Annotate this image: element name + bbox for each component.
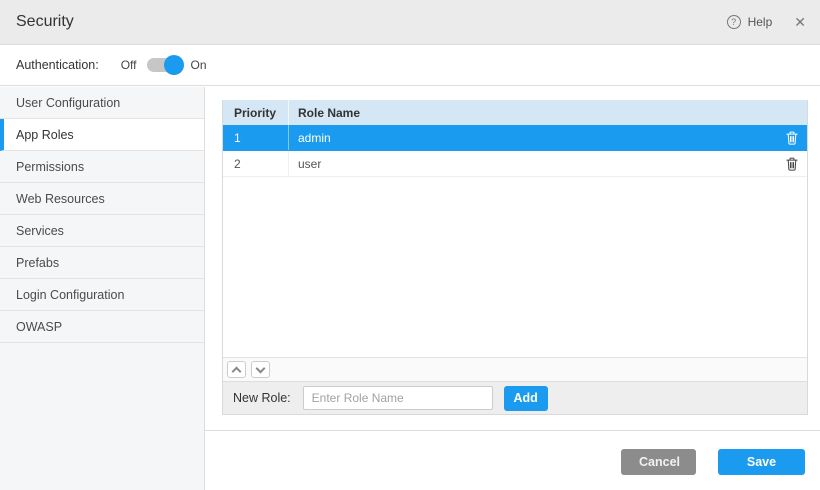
move-down-button[interactable] — [251, 361, 270, 378]
toggle-on-label: On — [191, 58, 207, 72]
trash-icon — [786, 131, 798, 145]
row-priority: 1 — [223, 125, 289, 150]
table-row-user[interactable]: 2 user — [223, 151, 807, 177]
chevron-down-icon — [256, 363, 266, 373]
reorder-strip — [223, 357, 807, 381]
authentication-label: Authentication: — [16, 58, 99, 72]
new-role-input[interactable] — [303, 386, 493, 410]
authentication-bar: Authentication: Off On — [0, 45, 820, 86]
authentication-toggle[interactable] — [147, 58, 181, 72]
content-area: User Configuration App Roles Permissions… — [0, 87, 820, 490]
dialog-titlebar: Security ? Help ✕ — [0, 0, 820, 45]
sidebar-item-prefabs[interactable]: Prefabs — [0, 247, 204, 279]
trash-icon — [786, 157, 798, 171]
column-header-role-name: Role Name — [289, 106, 807, 120]
row-role-name: user — [289, 157, 777, 171]
footer-divider — [205, 430, 820, 431]
new-role-bar: New Role: Add — [223, 381, 807, 414]
sidebar-item-permissions[interactable]: Permissions — [0, 151, 204, 183]
sidebar-item-user-configuration[interactable]: User Configuration — [0, 87, 204, 119]
help-label[interactable]: Help — [748, 15, 773, 29]
sidebar-item-web-resources[interactable]: Web Resources — [0, 183, 204, 215]
help-icon[interactable]: ? — [727, 15, 741, 29]
roles-table-header: Priority Role Name — [223, 100, 807, 125]
sidebar-item-app-roles[interactable]: App Roles — [0, 119, 204, 151]
column-header-priority: Priority — [223, 100, 289, 125]
row-role-name: admin — [289, 131, 777, 145]
toggle-off-label: Off — [121, 58, 137, 72]
page-title: Security — [16, 13, 74, 31]
row-priority: 2 — [223, 151, 289, 176]
toggle-knob[interactable] — [164, 55, 184, 75]
save-button[interactable]: Save — [718, 449, 805, 475]
table-empty-space — [223, 177, 807, 357]
sidebar-item-services[interactable]: Services — [0, 215, 204, 247]
footer-actions: Cancel Save — [621, 449, 805, 475]
add-role-button[interactable]: Add — [504, 386, 548, 411]
cancel-button[interactable]: Cancel — [621, 449, 696, 475]
sidebar-item-owasp[interactable]: OWASP — [0, 311, 204, 343]
table-row-admin[interactable]: 1 admin — [223, 125, 807, 151]
security-sidebar: User Configuration App Roles Permissions… — [0, 87, 205, 490]
delete-role-button[interactable] — [777, 131, 807, 145]
chevron-up-icon — [232, 366, 242, 376]
sidebar-item-login-configuration[interactable]: Login Configuration — [0, 279, 204, 311]
help-button[interactable]: ? Help — [727, 15, 773, 29]
close-icon[interactable]: ✕ — [794, 15, 806, 29]
delete-role-button[interactable] — [777, 157, 807, 171]
roles-table: Priority Role Name 1 admin 2 — [222, 100, 808, 415]
app-roles-panel: Priority Role Name 1 admin 2 — [205, 87, 820, 490]
move-up-button[interactable] — [227, 361, 246, 378]
new-role-label: New Role: — [233, 391, 291, 405]
